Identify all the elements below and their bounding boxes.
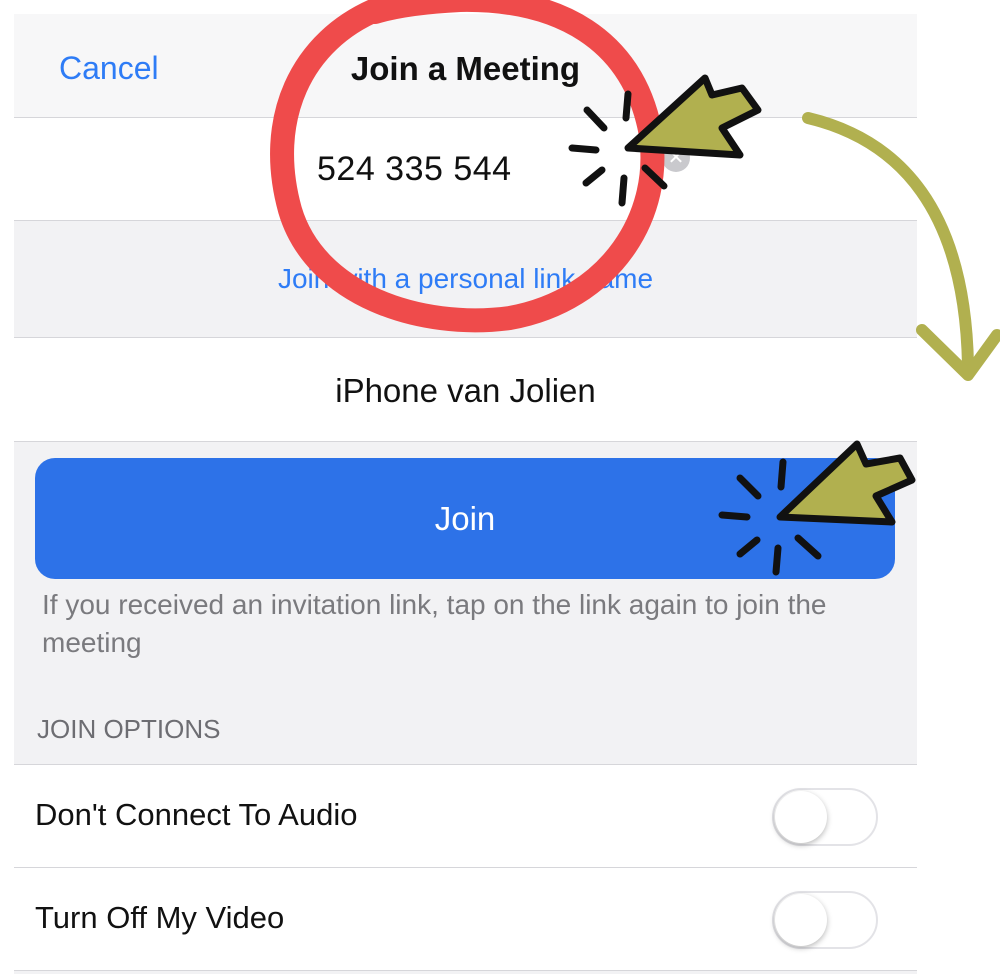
display-name-row: iPhone van Jolien — [14, 338, 917, 442]
zoom-join-screen: Cancel Join a Meeting 524 335 544 Join w… — [14, 14, 917, 974]
personal-link-button[interactable]: Join with a personal link name — [14, 263, 917, 295]
meeting-id-row: 524 335 544 — [14, 118, 917, 221]
audio-toggle[interactable] — [772, 788, 878, 846]
toggle-knob — [775, 791, 827, 843]
display-name-input[interactable]: iPhone van Jolien — [14, 372, 917, 410]
option-label-audio: Don't Connect To Audio — [35, 797, 358, 832]
meeting-id-input[interactable]: 524 335 544 — [317, 150, 512, 189]
clear-icon[interactable]: ✕ — [662, 144, 690, 172]
video-toggle[interactable] — [772, 891, 878, 949]
option-label-video: Turn Off My Video — [35, 900, 285, 935]
navigation-bar: Cancel Join a Meeting — [14, 14, 917, 118]
option-row-video: Turn Off My Video — [14, 867, 917, 971]
toggle-knob — [775, 894, 827, 946]
personal-link-row: Join with a personal link name — [14, 221, 917, 338]
invitation-hint: If you received an invitation link, tap … — [42, 589, 827, 658]
join-options-header: JOIN OPTIONS — [37, 714, 221, 744]
join-button[interactable]: Join — [35, 458, 895, 579]
page-title: Join a Meeting — [350, 50, 581, 87]
option-row-audio: Don't Connect To Audio — [14, 764, 917, 867]
